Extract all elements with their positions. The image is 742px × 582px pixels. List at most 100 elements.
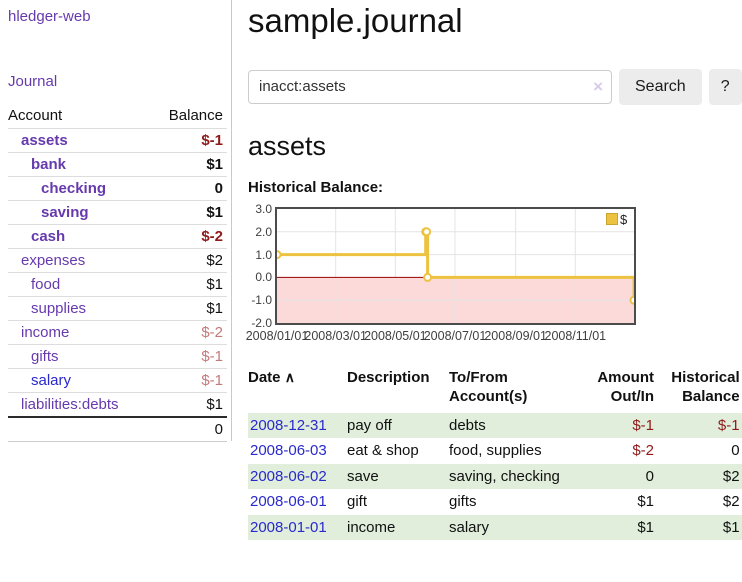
account-balance-value: $-1 bbox=[151, 345, 227, 369]
search-button[interactable]: Search bbox=[619, 69, 702, 105]
account-name-cell: income bbox=[8, 321, 151, 345]
transaction-date-link[interactable]: 2008-12-31 bbox=[250, 417, 327, 434]
date-cell: 2008-06-03 bbox=[248, 438, 347, 464]
brand-link[interactable]: hledger-web bbox=[8, 8, 91, 25]
account-name-cell: food bbox=[8, 273, 151, 297]
sidebar-account-supplies[interactable]: supplies bbox=[31, 300, 86, 317]
amount-cell: $-1 bbox=[580, 413, 660, 439]
transaction-date-link[interactable]: 2008-01-01 bbox=[250, 519, 327, 536]
sidebar-account-saving[interactable]: saving bbox=[41, 204, 89, 221]
x-axis-tick-label: 2008/05/01 bbox=[364, 329, 427, 343]
accounts-cell: food, supplies bbox=[449, 438, 580, 464]
page-title: sample.journal bbox=[248, 2, 742, 40]
account-name-cell: expenses bbox=[8, 249, 151, 273]
x-axis-tick-label: 2008/03/01 bbox=[304, 329, 367, 343]
chart-plot-area bbox=[275, 207, 636, 325]
account-row: checking 0 bbox=[8, 177, 227, 201]
account-balance-value: $-2 bbox=[151, 321, 227, 345]
date-cell: 2008-12-31 bbox=[248, 413, 347, 439]
sidebar-account-liabilities-debts[interactable]: liabilities:debts bbox=[21, 396, 119, 413]
description-cell: pay off bbox=[347, 413, 449, 439]
description-cell: save bbox=[347, 464, 449, 490]
sort-asc-icon: ∧ bbox=[285, 369, 295, 385]
transaction-date-link[interactable]: 2008-06-02 bbox=[250, 468, 327, 485]
account-row: supplies$1 bbox=[8, 297, 227, 321]
description-column-header: Description bbox=[347, 366, 449, 413]
balance-chart: 3.02.01.00.0-1.0-2.0 $ 2008/01/012008/03… bbox=[248, 205, 742, 345]
y-axis-tick-label: 2.0 bbox=[248, 225, 272, 239]
account-row: gifts $-1 bbox=[8, 345, 227, 369]
balance-cell: $1 bbox=[660, 515, 742, 541]
amount-cell: 0 bbox=[580, 464, 660, 490]
y-axis-tick-label: -2.0 bbox=[248, 316, 272, 330]
chart-title: Historical Balance: bbox=[248, 179, 742, 196]
sidebar-account-income[interactable]: income bbox=[21, 324, 69, 341]
main-content: sample.journal × Search ? assets Histori… bbox=[232, 0, 742, 540]
x-axis-tick-label: 2008/09/01 bbox=[484, 329, 547, 343]
account-row: salary $-1 bbox=[8, 369, 227, 393]
legend-color-swatch bbox=[606, 213, 618, 225]
account-balance-value: $-2 bbox=[151, 225, 227, 249]
description-cell: eat & shop bbox=[347, 438, 449, 464]
sidebar-account-bank[interactable]: bank bbox=[31, 156, 66, 173]
account-row: liabilities:debts $1 bbox=[8, 393, 227, 418]
y-axis-tick-label: -1.0 bbox=[248, 293, 272, 307]
sidebar-account-cash[interactable]: cash bbox=[31, 228, 65, 245]
transaction-date-link[interactable]: 2008-06-03 bbox=[250, 442, 327, 459]
register-header-row: Date ∧ Description To/From Account(s) Am… bbox=[248, 366, 742, 413]
balance-chart-svg bbox=[277, 209, 634, 323]
clear-search-icon[interactable]: × bbox=[593, 77, 603, 97]
account-balance-value: $2 bbox=[151, 249, 227, 273]
sidebar-account-expenses[interactable]: expenses bbox=[21, 252, 85, 269]
date-cell: 2008-06-01 bbox=[248, 489, 347, 515]
account-row: saving$1 bbox=[8, 201, 227, 225]
search-input[interactable] bbox=[248, 70, 612, 104]
help-button[interactable]: ? bbox=[709, 69, 742, 105]
register-table: Date ∧ Description To/From Account(s) Am… bbox=[248, 366, 742, 541]
account-row: bank $1 bbox=[8, 153, 227, 177]
account-title: assets bbox=[248, 131, 742, 162]
register-row: 2008-01-01incomesalary$1$1 bbox=[248, 515, 742, 541]
balance-cell: $2 bbox=[660, 489, 742, 515]
date-cell: 2008-06-02 bbox=[248, 464, 347, 490]
app-window: hledger-web Journal Account Balance asse… bbox=[0, 0, 742, 540]
y-axis-tick-label: 3.0 bbox=[248, 202, 272, 216]
register-table-body: 2008-12-31pay offdebts$-1$-12008-06-03ea… bbox=[248, 413, 742, 541]
accounts-cell: salary bbox=[449, 515, 580, 541]
account-balance-value: $1 bbox=[151, 273, 227, 297]
account-row: income $-2 bbox=[8, 321, 227, 345]
sidebar-account-salary[interactable]: salary bbox=[31, 372, 71, 389]
account-row: food $1 bbox=[8, 273, 227, 297]
account-balance-value: 0 bbox=[151, 177, 227, 201]
account-name-cell: bank bbox=[8, 153, 151, 177]
accounts-table-body: assets$-1bank$1checking0saving$1cash$-2e… bbox=[8, 129, 227, 418]
amount-cell: $1 bbox=[580, 515, 660, 541]
account-row: expenses $2 bbox=[8, 249, 227, 273]
sidebar-account-gifts[interactable]: gifts bbox=[31, 348, 59, 365]
date-cell: 2008-01-01 bbox=[248, 515, 347, 541]
sidebar-item-journal[interactable]: Journal bbox=[8, 73, 57, 90]
balance-column-header-register: Historical Balance bbox=[660, 366, 742, 413]
account-row: assets$-1 bbox=[8, 129, 227, 153]
account-name-cell: gifts bbox=[8, 345, 151, 369]
search-bar: × Search ? bbox=[248, 69, 742, 105]
account-balance-value: $1 bbox=[151, 153, 227, 177]
account-balance-value: $1 bbox=[151, 393, 227, 418]
register-row: 2008-06-03eat & shopfood, supplies$-20 bbox=[248, 438, 742, 464]
legend-label: $ bbox=[620, 212, 627, 227]
sidebar-account-assets[interactable]: assets bbox=[21, 132, 68, 149]
accounts-header-row: Account Balance bbox=[8, 103, 227, 129]
account-name-cell: cash bbox=[8, 225, 151, 249]
balance-cell: $-1 bbox=[660, 413, 742, 439]
account-name-cell: checking bbox=[8, 177, 151, 201]
amount-cell: $-2 bbox=[580, 438, 660, 464]
account-column-header: Account bbox=[8, 103, 151, 129]
transaction-date-link[interactable]: 2008-06-01 bbox=[250, 493, 327, 510]
date-column-header[interactable]: Date ∧ bbox=[248, 366, 347, 413]
sidebar-account-checking[interactable]: checking bbox=[41, 180, 106, 197]
balance-cell: $2 bbox=[660, 464, 742, 490]
amount-cell: $1 bbox=[580, 489, 660, 515]
sidebar-account-food[interactable]: food bbox=[31, 276, 60, 293]
description-cell: income bbox=[347, 515, 449, 541]
account-balance-value: $-1 bbox=[151, 369, 227, 393]
